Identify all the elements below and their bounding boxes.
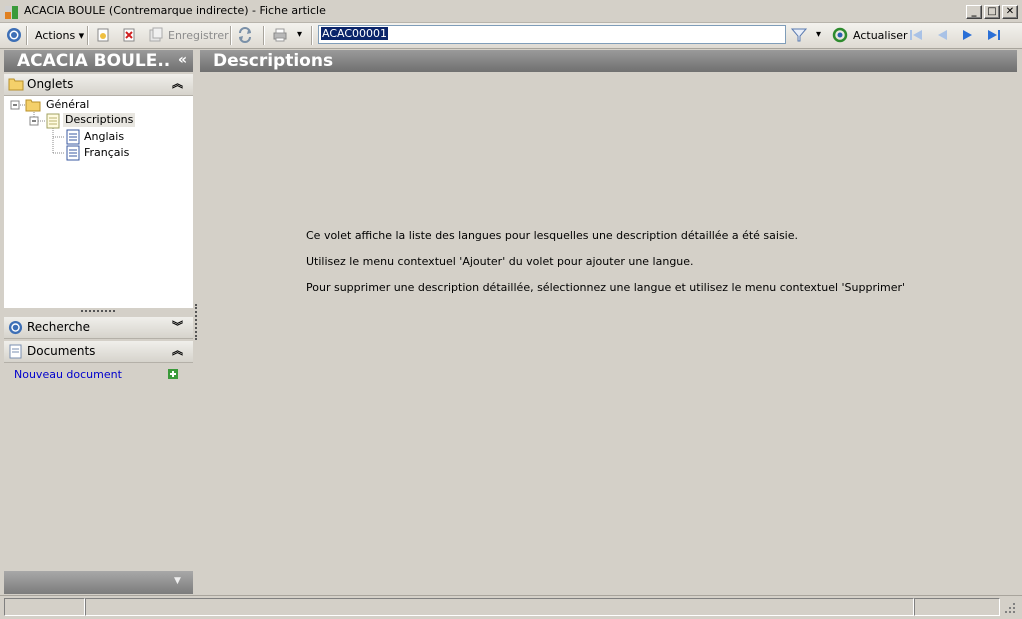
new-document-link[interactable]: Nouveau document <box>14 368 122 381</box>
resize-grip[interactable] <box>81 310 115 315</box>
filter-icon[interactable] <box>791 27 807 43</box>
tree-item-anglais[interactable]: Anglais <box>84 130 124 144</box>
toolbar-separator <box>230 26 232 45</box>
info-message-2: Utilisez le menu contextuel 'Ajouter' du… <box>306 255 694 268</box>
toolbar-separator <box>263 26 265 45</box>
chevron-down-icon[interactable]: ︾ <box>172 319 183 334</box>
delete-icon[interactable] <box>121 27 137 43</box>
actions-label: Actions <box>35 29 76 42</box>
info-message-1: Ce volet affiche la liste des langues po… <box>306 229 799 242</box>
toolbar-separator <box>87 26 89 45</box>
search-section-label: Recherche <box>27 320 91 334</box>
sync-icon[interactable] <box>237 27 253 43</box>
print-dropdown-icon[interactable]: ▾ <box>297 29 302 40</box>
main-header: Descriptions <box>200 50 1017 72</box>
record-code-value: ACAC00001 <box>321 27 389 40</box>
last-icon[interactable] <box>986 27 1002 43</box>
app-icon <box>5 6 18 19</box>
document-icon <box>66 145 80 161</box>
chevron-up-icon[interactable]: ︽ <box>172 343 183 358</box>
folder-icon <box>8 78 24 91</box>
refresh-icon[interactable] <box>832 27 848 43</box>
toolbar-separator <box>311 26 313 45</box>
tabs-tree: Général Descriptions Anglais Français <box>4 96 193 308</box>
chevron-up-icon[interactable]: ︽ <box>172 76 183 91</box>
footer-chevron-down-icon[interactable]: ▼ <box>174 576 181 586</box>
add-icon[interactable] <box>168 369 178 379</box>
title-bar: ACACIA BOULE (Contremarque indirecte) - … <box>0 0 1022 23</box>
next-icon[interactable] <box>960 27 976 43</box>
close-button[interactable]: ✕ <box>1002 5 1018 19</box>
minimize-button[interactable]: _ <box>966 5 982 19</box>
window-title: ACACIA BOULE (Contremarque indirecte) - … <box>24 4 326 17</box>
tree-item-general[interactable]: Général <box>46 98 89 112</box>
tree-item-francais[interactable]: Français <box>84 146 129 160</box>
first-icon[interactable] <box>908 27 924 43</box>
left-panel-title: ACACIA BOULE.. <box>17 51 171 71</box>
documents-section-label: Documents <box>27 344 96 358</box>
actions-menu-button[interactable]: Actions ▾ <box>35 29 84 42</box>
left-panel-header: ACACIA BOULE.. « <box>4 50 193 72</box>
status-cell <box>914 598 1000 616</box>
tree-item-descriptions[interactable]: Descriptions <box>63 113 136 127</box>
record-code-input[interactable]: ACAC00001 <box>318 25 786 44</box>
status-bar <box>0 595 1022 619</box>
toolbar-separator <box>26 26 28 45</box>
page-title: Descriptions <box>213 51 334 71</box>
chevron-down-icon: ▾ <box>75 29 85 42</box>
document-icon <box>9 344 22 359</box>
documents-section-header[interactable]: Documents ︽ <box>4 341 193 363</box>
minimize-icon: _ <box>971 6 977 17</box>
print-icon[interactable] <box>272 27 288 43</box>
maximize-icon: □ <box>987 6 997 17</box>
tabs-section-label: Onglets <box>27 77 74 91</box>
folder-icon <box>25 99 41 112</box>
save-button[interactable]: Enregistrer <box>168 29 229 42</box>
filter-dropdown-icon[interactable]: ▾ <box>816 29 821 40</box>
previous-icon[interactable] <box>934 27 950 43</box>
save-icon[interactable] <box>148 27 164 43</box>
collapse-panel-icon[interactable]: « <box>178 52 187 68</box>
new-record-icon[interactable] <box>95 27 111 43</box>
search-section-header[interactable]: Recherche ︾ <box>4 317 193 339</box>
document-icon <box>66 129 80 145</box>
maximize-button[interactable]: □ <box>984 5 1000 19</box>
status-cell <box>4 598 85 616</box>
document-icon <box>46 113 60 129</box>
status-cell <box>85 598 914 616</box>
size-grip-icon[interactable] <box>1004 602 1016 614</box>
refresh-button[interactable]: Actualiser <box>853 29 908 42</box>
close-icon: ✕ <box>1005 6 1015 17</box>
left-panel-footer: ▼ <box>4 571 193 594</box>
circle-menu-icon[interactable] <box>6 27 22 43</box>
tabs-section-header[interactable]: Onglets ︽ <box>4 74 193 96</box>
search-circle-icon <box>8 320 23 335</box>
panel-splitter[interactable] <box>195 304 199 340</box>
info-message-3: Pour supprimer une description détaillée… <box>306 281 906 294</box>
